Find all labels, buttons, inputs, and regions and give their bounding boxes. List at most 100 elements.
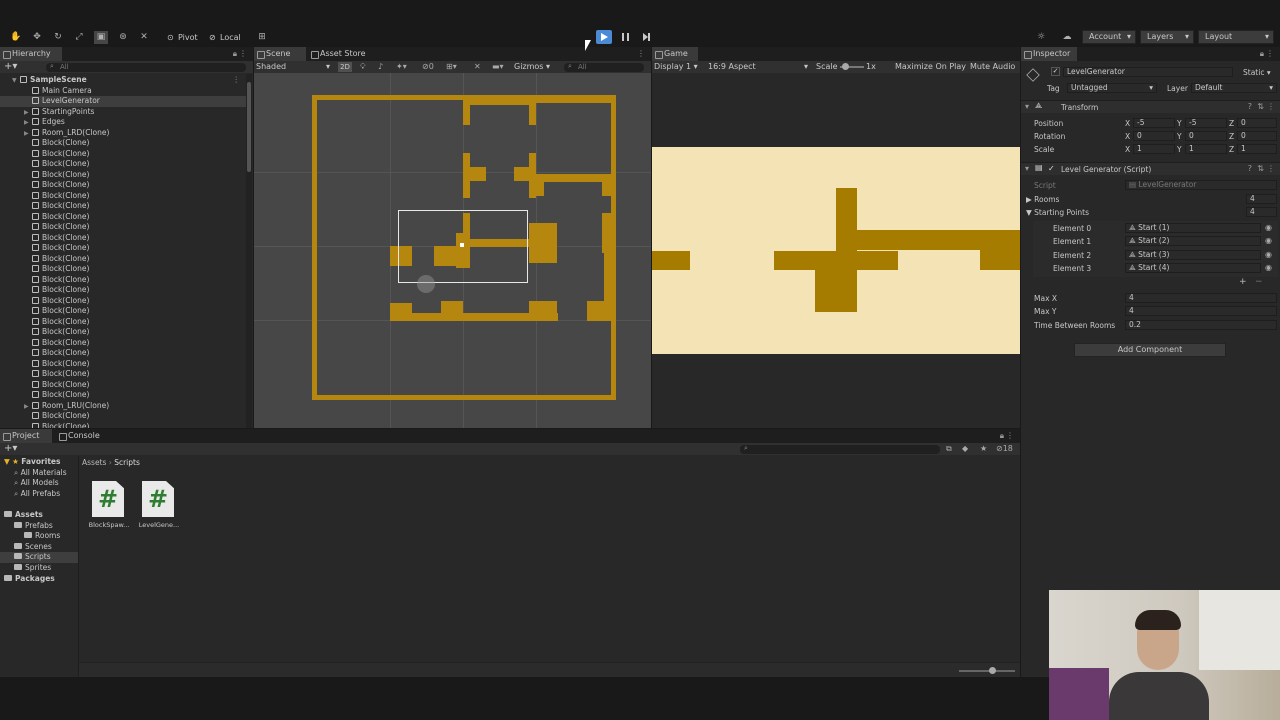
hierarchy-item[interactable]: Block(Clone) bbox=[0, 264, 246, 275]
hierarchy-item[interactable]: ▶ StartingPoints bbox=[0, 107, 246, 118]
lock-icon[interactable]: 🔒︎ bbox=[1000, 431, 1004, 441]
hidden-objects-icon[interactable]: ⊘0 bbox=[422, 61, 434, 73]
add-icon[interactable]: +▾ bbox=[4, 443, 17, 455]
lighting-icon[interactable]: 💡︎ bbox=[360, 61, 366, 73]
rooms-label[interactable]: ▶ Rooms bbox=[1026, 195, 1059, 204]
menu-icon[interactable]: ⋮ bbox=[1267, 102, 1275, 111]
project-tree-item[interactable]: Sprites bbox=[0, 563, 78, 574]
position-y-field[interactable]: -5 bbox=[1185, 118, 1227, 128]
rotation-y-field[interactable]: 0 bbox=[1185, 131, 1227, 141]
project-divider[interactable] bbox=[78, 456, 79, 677]
tab-console[interactable]: Console bbox=[56, 429, 112, 443]
hierarchy-item[interactable]: ▶ Edges bbox=[0, 117, 246, 128]
tab-game[interactable]: Game bbox=[652, 47, 698, 61]
hierarchy-item[interactable]: Block(Clone) bbox=[0, 317, 246, 328]
static-toggle[interactable]: Static ▾ bbox=[1243, 68, 1271, 77]
hierarchy-item[interactable]: Block(Clone) bbox=[0, 191, 246, 202]
project-tree-item[interactable]: Rooms bbox=[0, 531, 78, 542]
layer-dropdown[interactable]: Default ▾ bbox=[1191, 83, 1277, 93]
hierarchy-item[interactable]: Main Camera bbox=[0, 86, 246, 97]
lock-icon[interactable]: 🔒︎ bbox=[233, 49, 237, 59]
effects-icon[interactable]: ✦▾ bbox=[396, 61, 407, 73]
maximize-on-play-toggle[interactable]: Maximize On Play bbox=[895, 61, 966, 73]
hierarchy-item[interactable]: Block(Clone) bbox=[0, 170, 246, 181]
hierarchy-item[interactable]: Block(Clone) bbox=[0, 233, 246, 244]
element-object-field[interactable]: ⟁ Start (3) bbox=[1125, 249, 1261, 260]
hand-tool-icon[interactable]: ✋ bbox=[9, 31, 23, 44]
list-remove-icon[interactable]: − bbox=[1255, 277, 1263, 287]
scale-x-field[interactable]: 1 bbox=[1133, 144, 1175, 154]
grid-icon[interactable]: ⊞▾ bbox=[446, 61, 457, 73]
element-object-field[interactable]: ⟁ Start (2) bbox=[1125, 236, 1261, 247]
hierarchy-item[interactable]: Block(Clone) bbox=[0, 422, 246, 428]
hierarchy-item[interactable]: Block(Clone) bbox=[0, 138, 246, 149]
add-component-button[interactable]: Add Component bbox=[1074, 343, 1226, 357]
project-tree-item[interactable]: Packages bbox=[0, 574, 78, 585]
menu-icon[interactable]: ⋮ bbox=[637, 49, 645, 58]
rect-tool-icon[interactable]: ▣ bbox=[94, 31, 108, 44]
hierarchy-item[interactable]: Block(Clone) bbox=[0, 411, 246, 422]
hierarchy-item[interactable]: Block(Clone) bbox=[0, 306, 246, 317]
move-tool-icon[interactable]: ✥ bbox=[30, 31, 44, 44]
help-icon[interactable]: ? bbox=[1248, 164, 1252, 173]
add-icon[interactable]: +▾ bbox=[4, 61, 17, 73]
tab-project[interactable]: Project bbox=[0, 429, 52, 443]
hidden-packages-toggle[interactable]: ⊘18 bbox=[996, 443, 1013, 455]
pause-button[interactable] bbox=[618, 30, 632, 44]
rooms-count-field[interactable]: 4 bbox=[1246, 194, 1277, 204]
project-tree-item[interactable]: Scripts bbox=[0, 552, 78, 563]
scrollbar-thumb[interactable] bbox=[247, 82, 251, 172]
hierarchy-item[interactable]: Block(Clone) bbox=[0, 390, 246, 401]
shading-dropdown[interactable]: Shaded ▾ bbox=[256, 61, 332, 73]
object-picker-icon[interactable]: ◉ bbox=[1265, 263, 1272, 272]
audio-icon[interactable]: ♪ bbox=[378, 61, 383, 73]
slider-thumb[interactable] bbox=[989, 667, 996, 674]
grid-snap-icon[interactable]: ⊞ bbox=[255, 31, 269, 44]
hierarchy-item[interactable]: Block(Clone) bbox=[0, 243, 246, 254]
tools-icon[interactable]: ✕ bbox=[474, 61, 481, 73]
step-button[interactable] bbox=[639, 30, 653, 44]
component-checkbox[interactable]: ✓ bbox=[1048, 164, 1055, 173]
active-checkbox[interactable]: ✓ bbox=[1051, 67, 1060, 76]
tag-dropdown[interactable]: Untagged ▾ bbox=[1067, 83, 1157, 93]
filter-label-icon[interactable]: ◆ bbox=[962, 443, 968, 455]
position-z-field[interactable]: 0 bbox=[1237, 118, 1277, 128]
hierarchy-item[interactable]: ▶ Room_LRD(Clone) bbox=[0, 128, 246, 139]
mode-2d-toggle[interactable]: 2D bbox=[338, 62, 352, 72]
account-dropdown[interactable]: Account ▾ bbox=[1082, 30, 1136, 44]
hierarchy-item[interactable]: Block(Clone) bbox=[0, 338, 246, 349]
breadcrumb-assets[interactable]: Assets bbox=[82, 458, 106, 467]
hierarchy-item[interactable]: ▶ Room_LRU(Clone) bbox=[0, 401, 246, 412]
lock-icon[interactable]: 🔒︎ bbox=[1260, 49, 1264, 59]
script-file-tile[interactable]: # LevelGene... bbox=[136, 481, 182, 529]
project-tree-item[interactable]: ▼ ★ Favorites bbox=[0, 457, 78, 468]
menu-icon[interactable]: ⋮ bbox=[1266, 49, 1274, 58]
layers-dropdown[interactable]: Layers ▾ bbox=[1140, 30, 1194, 44]
layout-dropdown[interactable]: Layout ▾ bbox=[1198, 30, 1274, 44]
settings-icon[interactable]: ⇅ bbox=[1257, 102, 1264, 111]
game-viewport[interactable] bbox=[652, 147, 1020, 354]
object-name-field[interactable]: LevelGenerator bbox=[1063, 67, 1233, 77]
filter-type-icon[interactable]: ⧉ bbox=[946, 443, 952, 455]
rotation-z-field[interactable]: 0 bbox=[1237, 131, 1277, 141]
script-component-header[interactable]: ▾ ▤ ✓ Level Generator (Script) ? ⇅ ⋮ bbox=[1021, 162, 1280, 175]
pivot-toggle[interactable]: ⊙ Pivot bbox=[166, 31, 198, 44]
hierarchy-item[interactable]: Block(Clone) bbox=[0, 222, 246, 233]
list-add-icon[interactable]: + bbox=[1239, 277, 1247, 287]
hierarchy-search-input[interactable]: ⌕ All bbox=[46, 62, 246, 72]
scene-viewport[interactable] bbox=[254, 73, 651, 428]
settings-icon[interactable]: ⇅ bbox=[1257, 164, 1264, 173]
scale-z-field[interactable]: 1 bbox=[1237, 144, 1277, 154]
rotate-tool-icon[interactable]: ↻ bbox=[51, 31, 65, 44]
breadcrumb-scripts[interactable]: Scripts bbox=[114, 458, 140, 467]
object-picker-icon[interactable]: ◉ bbox=[1265, 236, 1272, 245]
menu-icon[interactable]: ⋮ bbox=[1267, 164, 1275, 173]
custom-tool-icon[interactable]: ✕ bbox=[137, 31, 151, 44]
local-toggle[interactable]: ⊘ Local bbox=[208, 31, 241, 44]
slider-thumb[interactable] bbox=[842, 63, 849, 70]
hierarchy-item[interactable]: Block(Clone) bbox=[0, 348, 246, 359]
hierarchy-item[interactable]: Block(Clone) bbox=[0, 285, 246, 296]
mute-audio-toggle[interactable]: Mute Audio bbox=[970, 61, 1015, 73]
element-object-field[interactable]: ⟁ Start (1) bbox=[1125, 223, 1261, 233]
script-file-tile[interactable]: # BlockSpaw... bbox=[86, 481, 132, 529]
